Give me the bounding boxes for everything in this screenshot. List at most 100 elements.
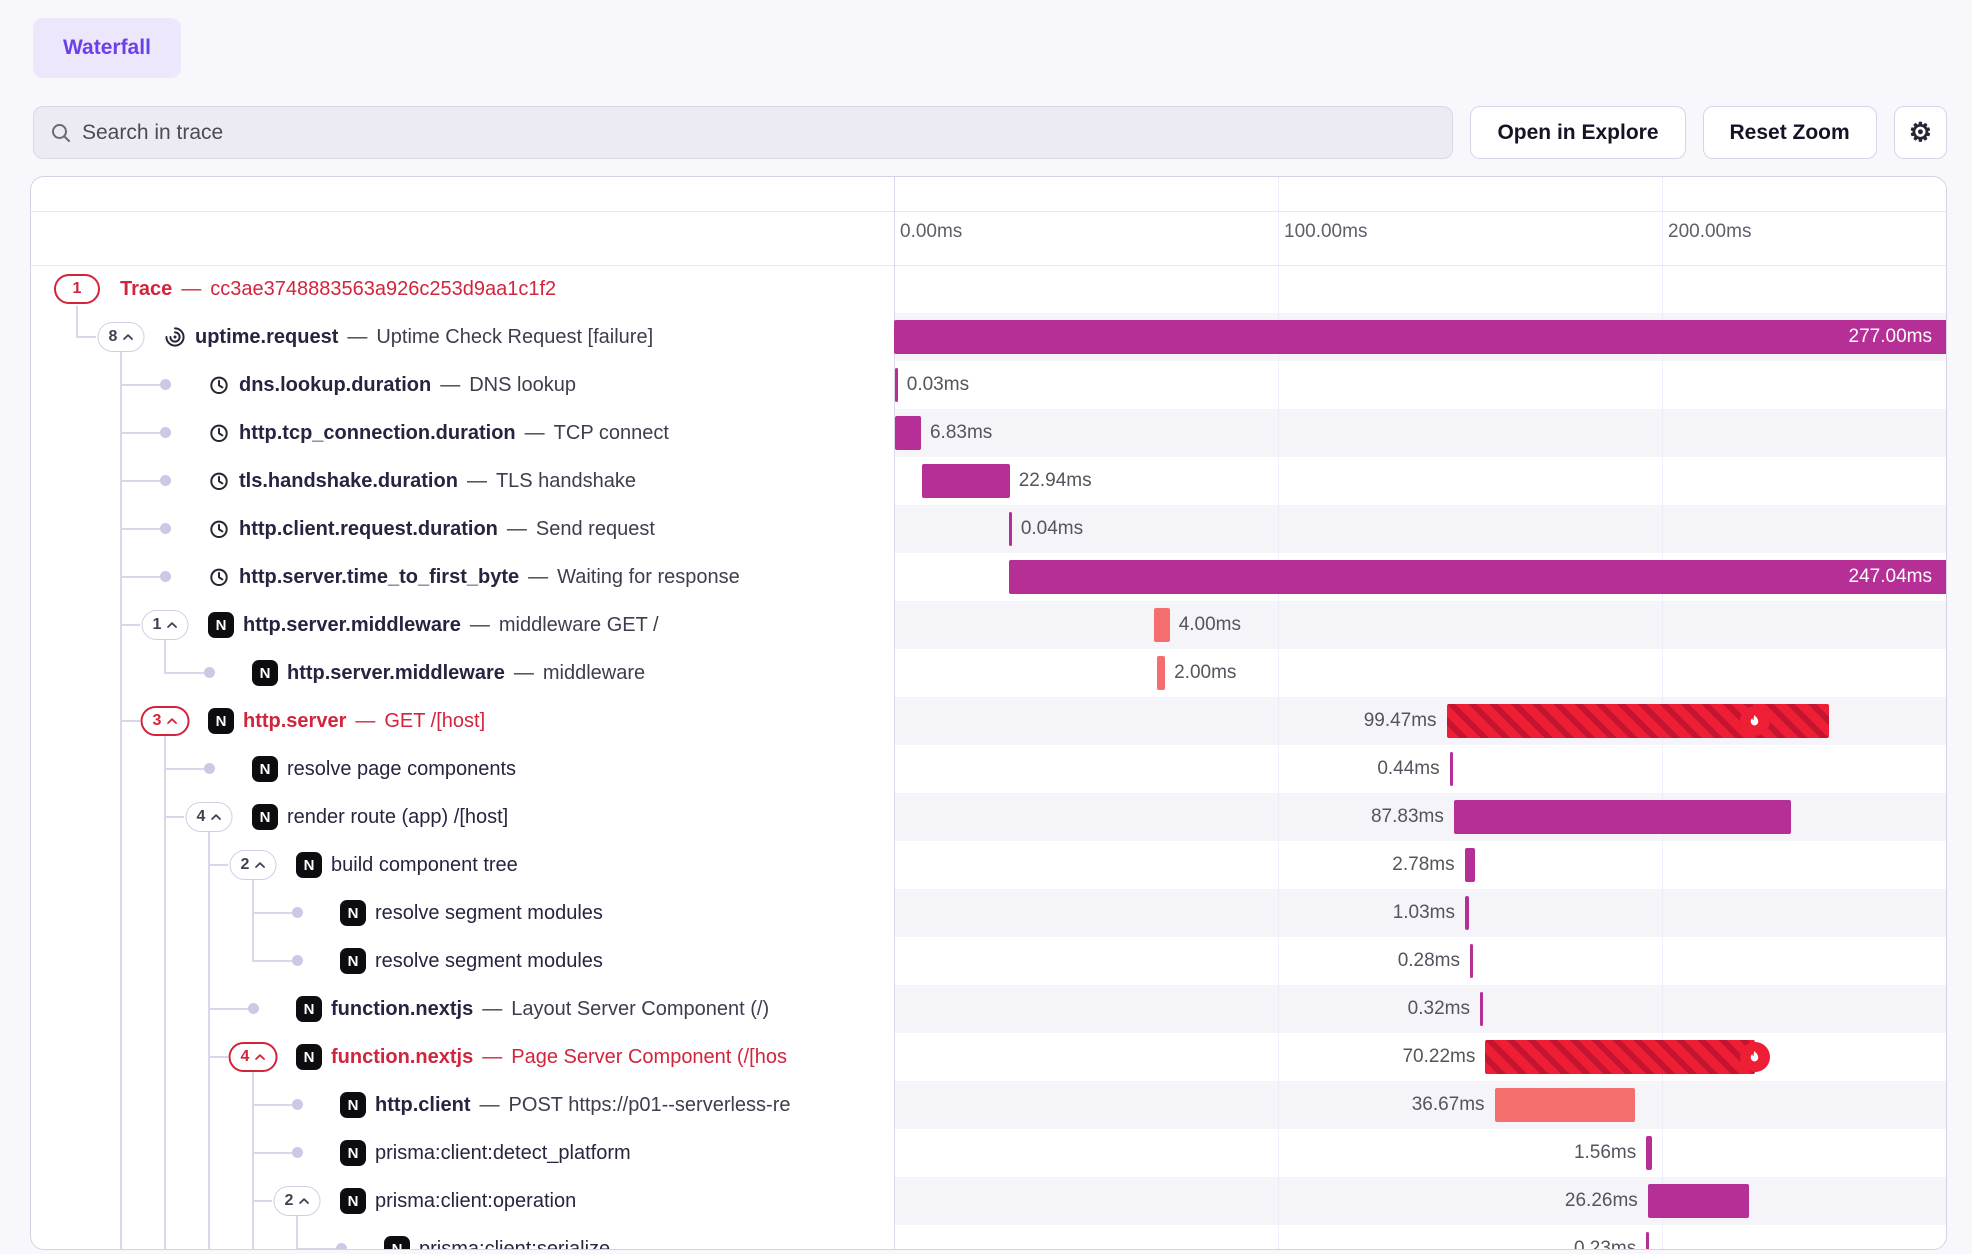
tree-connector — [209, 864, 228, 866]
chevron-up-icon — [122, 333, 133, 341]
trace-row[interactable]: 1 Trace—cc3ae3748883563a926c253d9aa1c1f2 — [31, 265, 894, 313]
expand-pill[interactable]: 4 — [186, 802, 233, 832]
duration-bar[interactable] — [895, 416, 921, 450]
span-row[interactable]: 3Nhttp.server—GET /[host] — [31, 697, 894, 745]
tree-connector — [209, 1056, 228, 1058]
child-count: 2 — [241, 856, 250, 874]
duration-bar[interactable] — [1480, 992, 1483, 1026]
tree-guide-line — [164, 1129, 166, 1177]
span-row[interactable]: Nprisma:client:detect_platform — [31, 1129, 894, 1177]
expand-pill[interactable]: 2 — [274, 1186, 321, 1216]
span-subtitle: TCP connect — [554, 422, 669, 445]
time-axis-label: 200.00ms — [1668, 221, 1751, 243]
span-row[interactable]: Nfunction.nextjs—Layout Server Component… — [31, 985, 894, 1033]
open-in-explore-button[interactable]: Open in Explore — [1470, 106, 1685, 159]
duration-bar[interactable] — [1646, 1136, 1652, 1170]
span-row[interactable]: 2Nprisma:client:operation — [31, 1177, 894, 1225]
duration-bar[interactable] — [1495, 1088, 1636, 1122]
child-count: 2 — [285, 1192, 294, 1210]
span-name: tls.handshake.duration — [239, 470, 458, 493]
tree-guide-line — [164, 937, 166, 985]
duration-bar[interactable] — [1485, 1040, 1755, 1074]
clock-icon — [208, 518, 230, 540]
tree-guide-line — [208, 1081, 210, 1129]
duration-bar[interactable] — [1454, 800, 1791, 834]
span-row[interactable]: Nresolve page components — [31, 745, 894, 793]
expand-pill[interactable]: 2 — [230, 850, 277, 880]
span-description: http.tcp_connection.duration—TCP connect — [208, 409, 669, 457]
span-row[interactable]: 8uptime.request—Uptime Check Request [fa… — [31, 313, 894, 361]
span-row[interactable]: Nhttp.client—POST https://p01--serverles… — [31, 1081, 894, 1129]
span-description: http.server.time_to_first_byte—Waiting f… — [208, 553, 740, 601]
reset-zoom-button[interactable]: Reset Zoom — [1703, 106, 1877, 159]
duration-bar[interactable] — [1465, 848, 1476, 882]
nextjs-icon: N — [208, 612, 234, 638]
span-row[interactable]: http.server.time_to_first_byte—Waiting f… — [31, 553, 894, 601]
search-bar[interactable] — [33, 106, 1453, 159]
span-subtitle: POST https://p01--serverless-re — [509, 1094, 791, 1117]
span-row[interactable]: 2Nbuild component tree — [31, 841, 894, 889]
settings-button[interactable]: ⚙ — [1894, 106, 1947, 159]
duration-bar[interactable] — [1154, 608, 1169, 642]
span-name: dns.lookup.duration — [239, 374, 431, 397]
duration-label: 1.03ms — [1255, 889, 1455, 937]
duration-label: 277.00ms — [1849, 313, 1932, 361]
profile-flame-icon[interactable] — [1740, 1042, 1770, 1072]
span-name: resolve segment modules — [375, 902, 603, 925]
span-subtitle: Uptime Check Request [failure] — [376, 326, 653, 349]
span-row[interactable]: http.client.request.duration—Send reques… — [31, 505, 894, 553]
span-name: prisma:client:detect_platform — [375, 1142, 631, 1165]
tree-down-line — [252, 1072, 254, 1081]
duration-bar[interactable] — [1450, 752, 1453, 786]
dash-separator: — — [507, 518, 527, 541]
expand-pill[interactable]: 4 — [229, 1042, 278, 1072]
span-row[interactable]: dns.lookup.duration—DNS lookup — [31, 361, 894, 409]
span-row[interactable]: http.tcp_connection.duration—TCP connect — [31, 409, 894, 457]
duration-bar[interactable] — [1465, 896, 1469, 930]
span-description: Nhttp.server.middleware—middleware GET / — [208, 601, 659, 649]
duration-bar[interactable] — [894, 320, 1947, 354]
search-input[interactable] — [82, 121, 1436, 145]
span-row[interactable]: 1 Nhttp.server.middleware—middleware GET … — [31, 601, 894, 649]
span-row[interactable]: Nresolve segment modules — [31, 889, 894, 937]
dash-separator: — — [470, 614, 490, 637]
duration-bar[interactable] — [1009, 512, 1012, 546]
child-count: 1 — [73, 280, 82, 298]
tree-guide-line — [120, 1177, 122, 1225]
span-description: Trace—cc3ae3748883563a926c253d9aa1c1f2 — [120, 265, 556, 313]
tree-leaf-dot — [336, 1243, 347, 1250]
duration-label: 247.04ms — [1849, 553, 1932, 601]
duration-bar[interactable] — [922, 464, 1010, 498]
duration-bar[interactable] — [1648, 1184, 1749, 1218]
expand-pill[interactable]: 1 — [142, 610, 189, 640]
tree-guide-line — [208, 1177, 210, 1225]
span-row[interactable]: 4Nrender route (app) /[host] — [31, 793, 894, 841]
duration-bar[interactable] — [1009, 560, 1947, 594]
expand-pill[interactable]: 3 — [141, 706, 190, 736]
dash-separator: — — [440, 374, 460, 397]
span-row[interactable]: 4Nfunction.nextjs—Page Server Component … — [31, 1033, 894, 1081]
gear-icon: ⚙ — [1909, 117, 1932, 148]
nextjs-icon: N — [340, 948, 366, 974]
dash-separator: — — [514, 662, 534, 685]
nextjs-icon: N — [384, 1236, 410, 1250]
profile-flame-icon[interactable] — [1740, 706, 1770, 736]
duration-bar[interactable] — [1470, 944, 1473, 978]
expand-pill[interactable]: 8 — [98, 322, 145, 352]
span-subtitle: Page Server Component (/[hos — [511, 1046, 787, 1069]
tab-waterfall[interactable]: Waterfall — [33, 18, 181, 78]
span-description: Nprisma:client:detect_platform — [340, 1129, 631, 1177]
nextjs-icon: N — [340, 1188, 366, 1214]
span-row[interactable]: Nprisma:client:serialize — [31, 1225, 894, 1250]
span-row[interactable]: Nhttp.server.middleware—middleware — [31, 649, 894, 697]
span-row[interactable]: Nresolve segment modules — [31, 937, 894, 985]
expand-pill[interactable]: 1 — [54, 274, 100, 304]
tree-guide-line — [208, 889, 210, 937]
span-description: Nresolve segment modules — [340, 937, 603, 985]
duration-bar[interactable] — [1646, 1232, 1649, 1250]
duration-bar[interactable] — [895, 368, 898, 402]
duration-label: 0.23ms — [1436, 1225, 1636, 1250]
span-row[interactable]: tls.handshake.duration—TLS handshake — [31, 457, 894, 505]
duration-bar[interactable] — [1447, 704, 1829, 738]
duration-bar[interactable] — [1157, 656, 1165, 690]
